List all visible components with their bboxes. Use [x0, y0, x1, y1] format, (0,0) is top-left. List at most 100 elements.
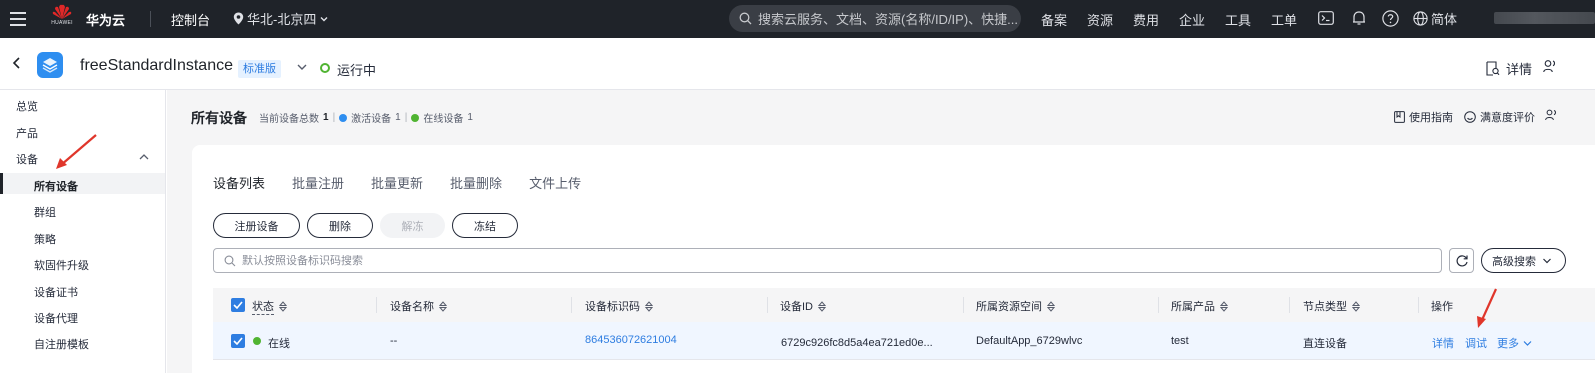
instance-header: freeStandardInstance 标准版 运行中 详情 [0, 38, 1595, 90]
sidebar-item-ota-upgrade[interactable]: 软固件升级 [34, 257, 89, 273]
nav-enterprise[interactable]: 企业 [1179, 10, 1205, 29]
device-identifier-link[interactable]: 864536072621004 [585, 334, 677, 346]
chevron-up-icon[interactable] [138, 152, 150, 162]
nav-tools[interactable]: 工具 [1225, 10, 1251, 29]
table-row[interactable]: 在线 -- 864536072621004 6729c926fc8d5a4ea7… [213, 322, 1595, 360]
sort-icon [1047, 300, 1055, 312]
select-all-checkbox[interactable] [231, 298, 245, 312]
sidebar-item-device-certs[interactable]: 设备证书 [34, 284, 78, 300]
brand-name[interactable]: 华为云 [86, 10, 125, 29]
instance-name: freeStandardInstance [80, 57, 233, 74]
tab-batch-register[interactable]: 批量注册 [292, 173, 344, 198]
sidebar-item-devices[interactable]: 设备 [16, 151, 38, 167]
column-separator [1158, 297, 1159, 313]
column-separator [963, 297, 964, 313]
detail-action-link[interactable]: 详情 [1432, 335, 1454, 351]
chevron-down-icon [320, 16, 328, 21]
user-account-menu[interactable] [1494, 12, 1595, 24]
terminal-icon[interactable] [1317, 9, 1335, 27]
huawei-logo[interactable]: HUAWEI [50, 4, 74, 34]
sidebar-item-overview[interactable]: 总览 [16, 98, 38, 114]
column-separator [1418, 297, 1419, 313]
instance-status: 运行中 [337, 63, 377, 78]
tab-batch-delete[interactable]: 批量删除 [450, 173, 502, 198]
sort-icon [1352, 300, 1360, 312]
delete-button[interactable]: 删除 [307, 213, 373, 238]
device-id: 6729c926fc8d5a4ea721ed0e... [781, 337, 933, 349]
advanced-search-dropdown[interactable]: 高级搜索 [1481, 248, 1566, 273]
row-checkbox[interactable] [231, 334, 245, 348]
device-name: -- [390, 335, 398, 347]
detail-search-icon [1486, 61, 1500, 76]
sidebar-item-policies[interactable]: 策略 [34, 231, 56, 247]
user-guide-link[interactable]: 使用指南 [1394, 109, 1453, 125]
edition-badge: 标准版 [238, 60, 281, 78]
annotation-arrow-devices [56, 134, 97, 169]
region-selector[interactable]: 华北-北京四 [233, 9, 329, 28]
instance-switch-chevron-icon[interactable] [296, 62, 308, 72]
logo-text: HUAWEI [51, 20, 73, 26]
instance-detail-button[interactable]: 详情 [1486, 59, 1532, 78]
sidebar-item-device-proxy[interactable]: 设备代理 [34, 310, 78, 326]
debug-action-link[interactable]: 调试 [1465, 335, 1487, 351]
sidebar-item-groups[interactable]: 群组 [34, 204, 56, 220]
column-header-device-name[interactable]: 设备名称 [390, 298, 447, 314]
register-device-button[interactable]: 注册设备 [213, 213, 300, 238]
running-status-icon [320, 63, 330, 73]
enterprise-link[interactable] [1545, 109, 1558, 121]
console-link[interactable]: 控制台 [171, 10, 210, 29]
column-header-identifier[interactable]: 设备标识码 [585, 298, 653, 314]
instance-more-actions[interactable] [1543, 59, 1557, 73]
chevron-down-icon [1523, 340, 1532, 346]
sort-icon [645, 300, 653, 312]
more-actions-dropdown[interactable]: 更多 [1497, 335, 1532, 351]
search-icon [224, 255, 236, 266]
nav-beian[interactable]: 备案 [1041, 10, 1067, 29]
freeze-button[interactable]: 冻结 [452, 213, 518, 238]
resource-space: DefaultApp_6729wlvc [976, 335, 1083, 347]
iotda-instance-icon [37, 52, 63, 78]
bell-icon[interactable] [1350, 9, 1368, 27]
tab-device-list[interactable]: 设备列表 [213, 173, 265, 198]
stat-separator: | [404, 112, 408, 123]
book-icon [1394, 111, 1405, 123]
active-devices-count: 1 [395, 112, 401, 123]
nav-tickets[interactable]: 工单 [1271, 10, 1297, 29]
annotation-arrow-debug [1477, 288, 1498, 328]
nav-resources[interactable]: 资源 [1087, 10, 1113, 29]
active-devices-label: 激活设备 [351, 114, 392, 125]
help-icon[interactable] [1381, 9, 1399, 27]
sidebar-item-self-register-template[interactable]: 自注册模板 [34, 336, 89, 352]
unfreeze-button[interactable]: 解冻 [380, 213, 445, 238]
column-header-node-type[interactable]: 节点类型 [1303, 298, 1360, 314]
nav-billing[interactable]: 费用 [1133, 10, 1159, 29]
advanced-search-label: 高级搜索 [1492, 255, 1536, 268]
language-selector[interactable]: 简体 [1413, 9, 1457, 28]
column-separator [571, 297, 572, 313]
column-header-resource-space[interactable]: 所属资源空间 [976, 298, 1055, 314]
tab-file-upload[interactable]: 文件上传 [529, 173, 581, 198]
tab-batch-update[interactable]: 批量更新 [371, 173, 423, 198]
search-icon [739, 12, 752, 25]
huawei-petal-icon [52, 4, 72, 19]
global-search-input[interactable]: 搜索云服务、文档、资源(名称/ID/IP)、快捷... [729, 5, 1021, 32]
device-search-input[interactable] [242, 254, 1422, 267]
globe-icon [1413, 11, 1428, 26]
node-type: 直连设备 [1303, 338, 1347, 350]
column-separator [1289, 297, 1290, 313]
back-arrow-icon[interactable] [10, 56, 24, 70]
column-header-actions: 操作 [1431, 301, 1453, 313]
online-status-dot-icon [253, 337, 261, 345]
refresh-button[interactable] [1449, 248, 1474, 273]
device-search-field[interactable] [213, 248, 1442, 273]
sidebar-item-all-devices[interactable]: 所有设备 [34, 178, 78, 194]
column-header-status[interactable]: 状态 [252, 298, 287, 315]
column-header-product[interactable]: 所属产品 [1171, 298, 1228, 314]
column-header-device-id[interactable]: 设备ID [780, 298, 826, 314]
divider [150, 11, 151, 27]
product-name: test [1171, 335, 1189, 347]
menu-icon[interactable] [0, 0, 36, 38]
sidebar-item-products[interactable]: 产品 [16, 125, 38, 141]
satisfaction-rating-link[interactable]: 满意度评价 [1464, 109, 1535, 125]
active-dot-icon [339, 113, 348, 122]
